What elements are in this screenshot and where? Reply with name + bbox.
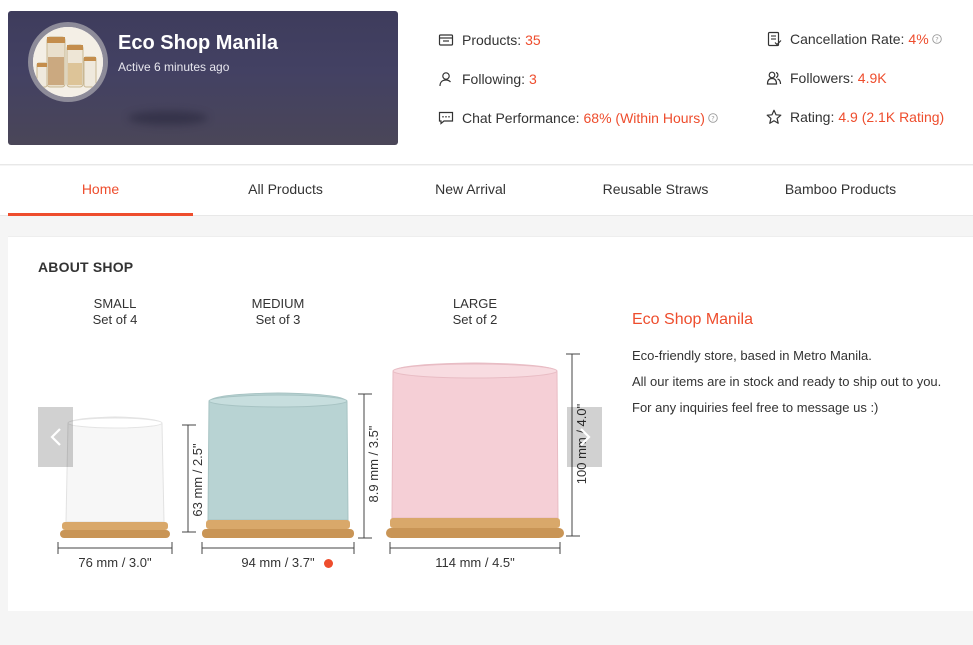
stat-rating[interactable]: Rating: 4.9 (2.1K Rating) (766, 109, 944, 125)
tab-new-arrival[interactable]: New Arrival (378, 166, 563, 216)
about-line: Eco-friendly store, based in Metro Manil… (632, 348, 872, 363)
stat-following[interactable]: Following: 3 (438, 71, 537, 87)
small-set: Set of 4 (93, 312, 138, 327)
carousel-next-button[interactable] (567, 407, 602, 467)
pot-sizes-image: SMALL Set of 4 MEDIUM Set of 3 LARGE Set… (38, 292, 602, 582)
stat-cancellation-rate[interactable]: Cancellation Rate: 4% ? (766, 31, 950, 47)
stat-rating-value: 4.9 (2.1K Rating) (838, 109, 945, 125)
medium-label: MEDIUM (252, 296, 305, 311)
carousel-prev-button[interactable] (38, 407, 73, 467)
chevron-left-icon (49, 428, 61, 446)
avatar[interactable] (33, 27, 103, 97)
about-line: All our items are in stock and ready to … (632, 374, 942, 389)
large-width: 114 mm / 4.5" (435, 555, 515, 570)
tab-reusable-straws[interactable]: Reusable Straws (563, 166, 748, 216)
tab-bamboo-products[interactable]: Bamboo Products (748, 166, 933, 216)
store-icon (438, 34, 454, 46)
stat-cancellation-label: Cancellation Rate: (790, 31, 905, 47)
about-shop-title: ABOUT SHOP (38, 259, 134, 275)
svg-text:?: ? (935, 36, 938, 44)
tab-home[interactable]: Home (8, 166, 193, 216)
stat-chat-label: Chat Performance: (462, 110, 580, 126)
about-image-carousel[interactable]: SMALL Set of 4 MEDIUM Set of 3 LARGE Set… (38, 292, 602, 582)
stat-products[interactable]: Products: 35 (438, 32, 541, 48)
svg-text:?: ? (711, 115, 714, 123)
stat-followers[interactable]: Followers: 4.9K (766, 70, 887, 86)
users-icon (766, 71, 782, 85)
about-shop-section: ABOUT SHOP SMALL Set of 4 MEDIUM Set of … (8, 236, 973, 611)
shop-tabs: Home All Products New Arrival Reusable S… (0, 166, 973, 216)
help-icon[interactable]: ? (931, 34, 942, 44)
stat-cancellation-value: 4% (908, 31, 929, 47)
stat-products-label: Products: (462, 32, 522, 48)
medium-width: 94 mm / 3.7" (241, 555, 315, 570)
about-description: Eco Shop Manila Eco-friendly store, base… (632, 311, 972, 421)
clipboard-icon (767, 31, 782, 47)
chevron-right-icon (579, 428, 591, 446)
chat-icon (438, 111, 454, 125)
medium-height: 8.9 mm / 3.5" (366, 425, 381, 502)
star-icon (766, 109, 782, 124)
medium-set: Set of 3 (256, 312, 301, 327)
large-label: LARGE (453, 296, 497, 311)
shop-active-status: Active 6 minutes ago (118, 60, 230, 74)
jars-avatar-image (33, 27, 103, 97)
stat-followers-value: 4.9K (857, 70, 887, 86)
about-line: For any inquiries feel free to message u… (632, 400, 879, 415)
stat-products-value: 35 (525, 32, 541, 48)
about-shop-name: Eco Shop Manila (632, 311, 753, 328)
small-width: 76 mm / 3.0" (78, 555, 152, 570)
help-icon[interactable]: ? (708, 113, 718, 123)
carousel-indicator-dot[interactable] (324, 559, 333, 568)
shop-header: Eco Shop Manila Active 6 minutes ago Pro… (0, 0, 973, 165)
stat-chat-performance[interactable]: Chat Performance: 68% (Within Hours) ? (438, 110, 726, 126)
stat-following-label: Following: (462, 71, 526, 87)
small-height: 63 mm / 2.5" (190, 443, 205, 517)
large-set: Set of 2 (453, 312, 498, 327)
stat-chat-value: 68% (Within Hours) (583, 110, 705, 126)
avatar-ring (28, 22, 108, 102)
stat-following-value: 3 (529, 71, 537, 87)
stat-followers-label: Followers: (790, 70, 854, 86)
stat-rating-label: Rating: (790, 109, 835, 125)
tab-all-products[interactable]: All Products (193, 166, 378, 216)
card-decoration (128, 111, 208, 125)
user-icon (439, 72, 451, 87)
small-label: SMALL (94, 296, 137, 311)
shop-name: Eco Shop Manila (118, 32, 279, 54)
shop-card[interactable]: Eco Shop Manila Active 6 minutes ago (8, 11, 398, 145)
